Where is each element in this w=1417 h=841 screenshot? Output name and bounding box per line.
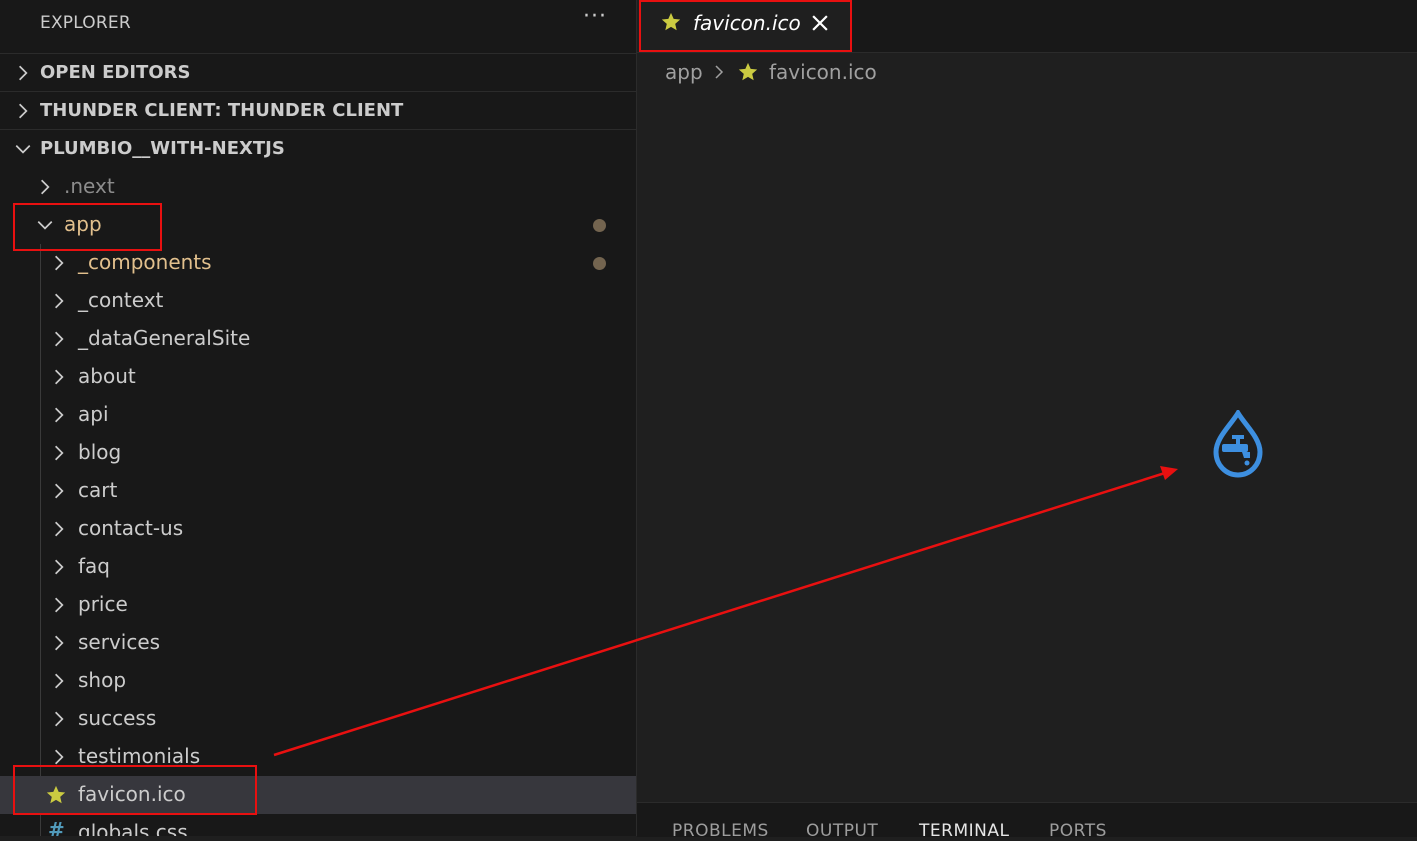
tree-item-globals[interactable]: # globals.css bbox=[0, 814, 636, 836]
tree-item-folder[interactable]: about bbox=[0, 358, 636, 396]
tab-ports[interactable]: PORTS bbox=[1049, 821, 1107, 841]
tree-item-label: blog bbox=[78, 440, 122, 464]
section-label: THUNDER CLIENT: THUNDER CLIENT bbox=[40, 100, 404, 121]
tab-terminal[interactable]: TERMINAL bbox=[919, 821, 1009, 841]
tree-item-folder[interactable]: shop bbox=[0, 662, 636, 700]
explorer-title: EXPLORER bbox=[40, 13, 131, 33]
annotation-box-tab bbox=[639, 0, 852, 52]
breadcrumb-file[interactable]: favicon.ico bbox=[769, 60, 877, 84]
chevron-right-icon bbox=[55, 673, 64, 689]
tree-item-folder[interactable]: api bbox=[0, 396, 636, 434]
bottom-panel: PROBLEMS OUTPUT TERMINAL PORTS bbox=[637, 802, 1417, 841]
tree-item-label: api bbox=[78, 402, 109, 426]
chevron-right-icon bbox=[19, 103, 28, 119]
chevron-right-icon bbox=[55, 293, 64, 309]
tree-item-label: services bbox=[78, 630, 161, 654]
chevron-right-icon bbox=[715, 65, 724, 79]
tree-item-label: _components bbox=[78, 250, 212, 274]
explorer-sidebar: EXPLORER ··· OPEN EDITORS THUNDER CLIENT… bbox=[0, 0, 637, 836]
chevron-down-icon bbox=[15, 145, 31, 154]
water-faucet-drop-icon bbox=[1213, 410, 1263, 478]
tree-item-folder[interactable]: blog bbox=[0, 434, 636, 472]
chevron-right-icon bbox=[55, 407, 64, 423]
css-file-icon: # bbox=[48, 818, 65, 836]
chevron-right-icon bbox=[55, 635, 64, 651]
tree-item-label: .next bbox=[64, 174, 115, 198]
tree-item-label: _context bbox=[78, 288, 164, 312]
tree-item-next[interactable]: .next bbox=[0, 168, 636, 206]
annotation-box-favicon bbox=[13, 765, 257, 815]
chevron-right-icon bbox=[55, 483, 64, 499]
tab-problems[interactable]: PROBLEMS bbox=[672, 821, 769, 841]
chevron-right-icon bbox=[55, 521, 64, 537]
tree-item-label: cart bbox=[78, 478, 118, 502]
chevron-right-icon bbox=[19, 65, 28, 81]
star-icon bbox=[738, 62, 758, 81]
tree-item-label: _dataGeneralSite bbox=[78, 326, 251, 350]
tree-item-label: globals.css bbox=[78, 820, 188, 836]
tree-item-folder[interactable]: cart bbox=[0, 472, 636, 510]
modified-dot bbox=[593, 219, 606, 232]
section-project[interactable]: PLUMBIO__WITH-NEXTJS bbox=[0, 129, 636, 168]
chevron-right-icon bbox=[55, 597, 64, 613]
chevron-right-icon bbox=[55, 445, 64, 461]
tree-item-label: success bbox=[78, 706, 157, 730]
tree-item-folder[interactable]: _context bbox=[0, 282, 636, 320]
chevron-right-icon bbox=[55, 711, 64, 727]
tree-item-folder[interactable]: contact-us bbox=[0, 510, 636, 548]
annotation-box-app bbox=[13, 203, 162, 251]
tree-item-folder[interactable]: services bbox=[0, 624, 636, 662]
tree-item-folder[interactable]: faq bbox=[0, 548, 636, 586]
chevron-right-icon bbox=[41, 179, 50, 195]
tree-item-label: shop bbox=[78, 668, 127, 692]
tree-item-label: contact-us bbox=[78, 516, 184, 540]
tree-item-folder[interactable]: price bbox=[0, 586, 636, 624]
chevron-right-icon bbox=[55, 331, 64, 347]
section-open-editors[interactable]: OPEN EDITORS bbox=[0, 53, 636, 92]
chevron-right-icon bbox=[55, 749, 64, 765]
chevron-right-icon bbox=[55, 559, 64, 575]
tree-item-label: price bbox=[78, 592, 128, 616]
tree-item-folder[interactable]: success bbox=[0, 700, 636, 738]
section-label: OPEN EDITORS bbox=[40, 62, 191, 83]
more-actions-icon[interactable]: ··· bbox=[583, 4, 607, 29]
section-thunder-client[interactable]: THUNDER CLIENT: THUNDER CLIENT bbox=[0, 91, 636, 130]
modified-dot bbox=[593, 257, 606, 270]
tab-output[interactable]: OUTPUT bbox=[806, 821, 878, 841]
tree-item-label: faq bbox=[78, 554, 110, 578]
section-label: PLUMBIO__WITH-NEXTJS bbox=[40, 138, 285, 159]
breadcrumb-folder[interactable]: app bbox=[665, 60, 703, 84]
chevron-right-icon bbox=[55, 369, 64, 385]
tree-item-folder[interactable]: _dataGeneralSite bbox=[0, 320, 636, 358]
tree-item-label: about bbox=[78, 364, 136, 388]
chevron-right-icon bbox=[55, 255, 64, 271]
